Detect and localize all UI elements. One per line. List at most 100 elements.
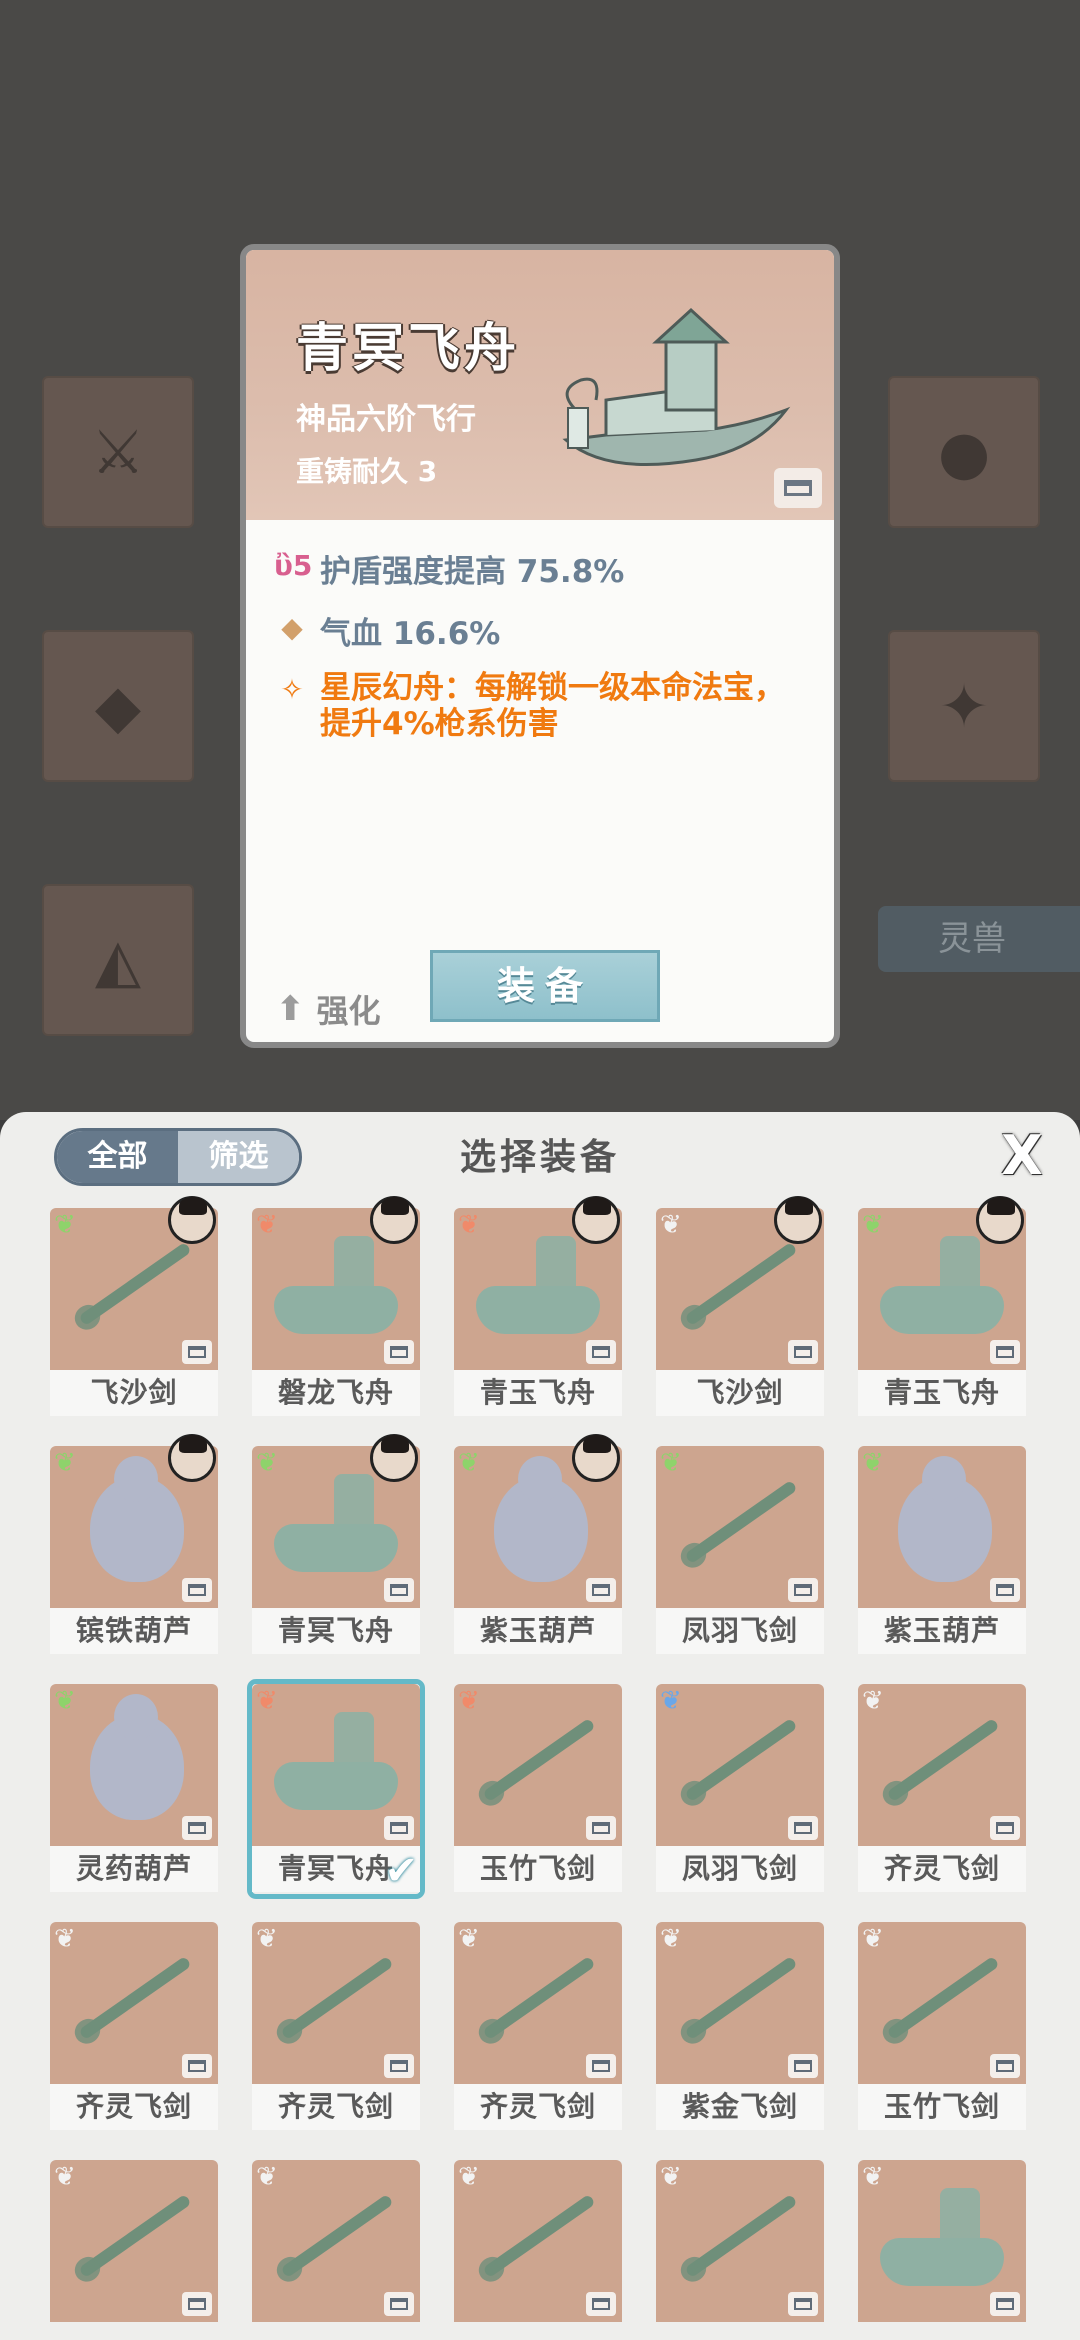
wing-rank-icon: ❦: [458, 1210, 480, 1240]
owner-avatar: [572, 1434, 620, 1482]
equipment-art: ❦: [252, 2160, 420, 2322]
wing-rank-icon: ❦: [54, 2162, 76, 2192]
equipment-tile[interactable]: ❦ 齐灵飞剑: [454, 1922, 622, 2132]
equipment-art: ❦: [858, 1684, 1026, 1846]
close-icon[interactable]: X: [994, 1128, 1050, 1184]
equipment-tile[interactable]: ❦: [454, 2160, 622, 2340]
equip-button[interactable]: 装备: [430, 950, 660, 1022]
attribute-text: 护盾强度提高 75.8%: [320, 554, 625, 590]
equipment-art: ❦: [50, 2160, 218, 2322]
boat-icon: [880, 2188, 1004, 2286]
equipment-name: 凤羽飞剑: [656, 1846, 824, 1892]
storage-icon: [586, 2054, 616, 2078]
equipment-tile[interactable]: ❦ 玉竹飞剑: [858, 1922, 1026, 2132]
equipment-tile[interactable]: ❦: [656, 2160, 824, 2340]
equipment-tile[interactable]: ❦ 紫玉葫芦: [858, 1446, 1026, 1656]
wing-rank-icon: ❦: [54, 1210, 76, 1240]
equipment-name: 青玉飞舟: [454, 1370, 622, 1416]
equipment-name: 齐灵飞剑: [858, 1846, 1026, 1892]
equipment-tile[interactable]: ❦ 齐灵飞剑: [858, 1684, 1026, 1894]
storage-icon: [586, 1816, 616, 1840]
bg-equipment-slot: ◆: [42, 630, 194, 782]
wing-rank-icon: ❦: [862, 1686, 884, 1716]
diamond-icon: ◆: [281, 611, 303, 644]
equipment-grade: 神品六阶飞行: [296, 402, 476, 437]
equipment-tile[interactable]: ❦ 飞沙剑: [50, 1196, 218, 1418]
bg-equipment-slot: ◭: [42, 884, 194, 1036]
gourd-icon: [90, 1456, 184, 1582]
equipment-tile[interactable]: ❦ 青冥飞舟: [252, 1434, 420, 1656]
storage-icon: [990, 2292, 1020, 2316]
wing-rank-icon: ❦: [256, 1686, 278, 1716]
attribute-shield: ὒ5 护盾强度提高 75.8%: [274, 546, 624, 591]
owner-avatar: [168, 1196, 216, 1244]
wing-rank-icon: ❦: [256, 1924, 278, 1954]
equipment-name: 紫金飞剑: [656, 2084, 824, 2130]
flying-boat-illustration: [562, 307, 791, 466]
storage-icon: [788, 1340, 818, 1364]
equipment-tile[interactable]: ❦ 齐灵飞剑: [50, 1922, 218, 2132]
equipment-tile[interactable]: ❦: [252, 2160, 420, 2340]
equipment-name: 玉竹飞剑: [454, 1846, 622, 1892]
equipment-tile[interactable]: ❦ 凤羽飞剑: [656, 1446, 824, 1656]
wing-rank-icon: ❦: [660, 1448, 682, 1478]
bg-equipment-slot: ⚔: [42, 376, 194, 528]
bg-equipment-slot: ●: [888, 376, 1040, 528]
equipment-art: ❦: [252, 1922, 420, 2084]
equipment-art: ❦: [454, 1922, 622, 2084]
equipment-tile[interactable]: ❦ 镔铁葫芦: [50, 1434, 218, 1656]
equipment-tile[interactable]: ❦ 飞沙剑: [656, 1196, 824, 1418]
equipment-art: ❦: [252, 1684, 420, 1846]
wing-rank-icon: ❦: [54, 1448, 76, 1478]
sword-icon: [280, 2193, 394, 2279]
equipment-art: ❦: [656, 2160, 824, 2322]
equipment-tile[interactable]: ❦ 齐灵飞剑: [252, 1922, 420, 2132]
equipment-tile[interactable]: ❦ 青冥飞舟 ✔: [247, 1679, 425, 1899]
equipment-name: 齐灵飞剑: [454, 2084, 622, 2130]
owner-avatar: [774, 1196, 822, 1244]
storage-icon: [990, 1340, 1020, 1364]
equipment-name: 青冥飞舟: [252, 1608, 420, 1654]
equipment-tile[interactable]: ❦ 灵药葫芦: [50, 1684, 218, 1894]
owner-avatar: [168, 1434, 216, 1482]
storage-icon: [384, 1578, 414, 1602]
storage-icon: [586, 1578, 616, 1602]
sword-icon: [684, 1479, 798, 1565]
boat-icon: [274, 1236, 398, 1334]
enhance-button[interactable]: ⬆ 强化: [276, 986, 381, 1032]
equipment-tile[interactable]: ❦ 玉竹飞剑: [454, 1684, 622, 1894]
equipment-tile[interactable]: ❦ 紫玉葫芦: [454, 1434, 622, 1656]
wing-rank-icon: ❦: [660, 1686, 682, 1716]
storage-icon: [384, 2292, 414, 2316]
equipment-tile[interactable]: ❦: [858, 2160, 1026, 2340]
boat-icon: [274, 1474, 398, 1572]
equipment-art: ❦: [656, 1446, 824, 1608]
equipment-name: 磐龙飞舟: [252, 1370, 420, 1416]
equipment-tile[interactable]: ❦ 青玉飞舟: [454, 1196, 622, 1418]
wing-rank-icon: ❦: [458, 1448, 480, 1478]
storage-icon: [990, 1816, 1020, 1840]
arrow-up-icon: ⬆: [276, 989, 305, 1029]
equipment-name: 飞沙剑: [50, 1370, 218, 1416]
equipment-art: ❦: [858, 1446, 1026, 1608]
spirit-beast-tab: 灵兽: [878, 906, 1080, 972]
wing-rank-icon: ❦: [458, 2162, 480, 2192]
wing-rank-icon: ❦: [862, 1924, 884, 1954]
equipment-tile[interactable]: ❦ 磐龙飞舟: [252, 1196, 420, 1418]
storage-icon[interactable]: [774, 468, 822, 508]
storage-icon: [788, 1816, 818, 1840]
storage-icon: [182, 1340, 212, 1364]
owner-avatar: [370, 1196, 418, 1244]
equipment-tile[interactable]: ❦: [50, 2160, 218, 2340]
wing-rank-icon: ❦: [660, 1924, 682, 1954]
sword-icon: [78, 1955, 192, 2041]
wing-rank-icon: ❦: [54, 1924, 76, 1954]
equipment-tile[interactable]: ❦ 紫金飞剑: [656, 1922, 824, 2132]
equipment-tile[interactable]: ❦ 凤羽飞剑: [656, 1684, 824, 1894]
owner-avatar: [370, 1434, 418, 1482]
wing-rank-icon: ❦: [54, 1686, 76, 1716]
sword-icon: [78, 1241, 192, 1327]
panel-title: 选择装备: [459, 1137, 620, 1178]
equipment-tile[interactable]: ❦ 青玉飞舟: [858, 1196, 1026, 1418]
storage-icon: [384, 1340, 414, 1364]
